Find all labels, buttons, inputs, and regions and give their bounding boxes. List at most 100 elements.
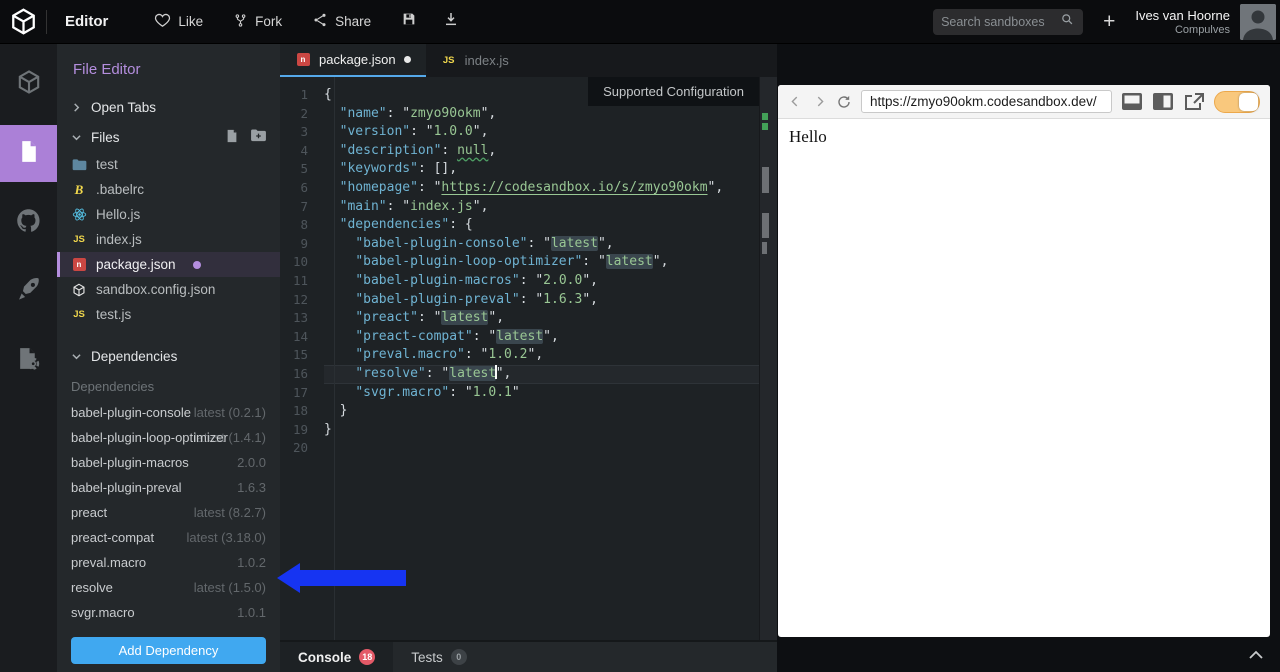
codesandbox-editor-app: Editor Like Fork Share + Ives van Hoorne… [0,0,1280,672]
line-number: 18 [280,402,324,421]
share-button[interactable]: Share [312,12,371,31]
dependency-row-resolve[interactable]: latest (1.5.0)resolve [57,575,280,600]
tests-tab[interactable]: Tests 0 [393,642,485,672]
dependencies-subheading: Dependencies [57,371,280,400]
chevron-up-icon[interactable] [1248,647,1264,665]
rail-item-project[interactable] [0,56,57,113]
dependency-row-babel-plugin-console[interactable]: latest (0.2.1)babel-plugin-console [57,400,280,425]
js-icon: JS [71,234,87,245]
code-line-2[interactable]: 2 "name": "zmyo90okm", [280,105,759,124]
section-dependencies[interactable]: Dependencies [57,341,280,371]
section-files[interactable]: Files [57,122,280,152]
page-title: Editor [65,13,108,30]
code-line-14[interactable]: 14 "preact-compat": "latest", [280,328,759,347]
babel-icon: B [71,182,87,198]
user-block[interactable]: Ives van Hoorne Compulves [1135,8,1230,36]
code-line-6[interactable]: 6 "homepage": "https://codesandbox.io/s/… [280,179,759,198]
ruler-mark-added [762,123,768,130]
new-sandbox-button[interactable]: + [1103,11,1115,32]
like-button[interactable]: Like [154,12,203,32]
tab-index-js[interactable]: JS index.js [426,44,524,77]
file-name: package.json [96,257,176,272]
dependency-row-babel-plugin-preval[interactable]: 1.6.3babel-plugin-preval [57,475,280,500]
rail-item-server-config[interactable] [0,332,57,389]
dependency-version: latest (0.2.1) [194,405,266,420]
dependency-row-preact[interactable]: latest (8.2.7)preact [57,500,280,525]
console-tab[interactable]: Console 18 [280,642,393,672]
download-button[interactable] [443,11,459,32]
code-line-9[interactable]: 9 "babel-plugin-console": "latest", [280,235,759,254]
code-line-5[interactable]: 5 "keywords": [], [280,160,759,179]
code-line-13[interactable]: 13 "preact": "latest", [280,309,759,328]
forward-button[interactable] [812,94,827,109]
github-icon [15,207,42,239]
external-resources-label[interactable]: External Resources [57,664,280,672]
dependency-row-preact-compat[interactable]: latest (3.18.0)preact-compat [57,525,280,550]
divider [46,10,47,34]
new-file-icon[interactable] [225,129,239,146]
save-button[interactable] [401,11,417,32]
dock-bottom-icon[interactable] [1121,92,1143,111]
code-line-7[interactable]: 7 "main": "index.js", [280,198,759,217]
sidebar-title: File Editor [57,44,280,92]
file-row-test-js[interactable]: JStest.js [57,302,280,327]
file-row-package-json[interactable]: npackage.json [57,252,280,277]
gutter-separator [334,77,335,640]
code-line-20[interactable]: 20 [280,439,759,458]
folder-icon [71,159,87,171]
code-line-16[interactable]: 16 "resolve": "latest", [280,365,759,384]
line-number: 3 [280,123,324,142]
code-line-8[interactable]: 8 "dependencies": { [280,216,759,235]
file-row-hello-js[interactable]: Hello.js [57,202,280,227]
code-line-3[interactable]: 3 "version": "1.0.0", [280,123,759,142]
search-icon [1060,12,1075,32]
line-number: 8 [280,216,324,235]
code-line-10[interactable]: 10 "babel-plugin-loop-optimizer": "lates… [280,253,759,272]
dependency-list: latest (0.2.1)babel-plugin-consolelatest… [57,400,280,625]
refresh-button[interactable] [836,94,852,110]
scrollbar-ruler[interactable] [759,77,777,640]
rail-item-github[interactable] [0,194,57,251]
supported-configuration-button[interactable]: Supported Configuration [588,77,759,106]
browser-preview: Hello [778,85,1270,637]
save-icon [401,11,417,32]
fork-button[interactable]: Fork [233,12,282,32]
code-line-4[interactable]: 4 "description": null, [280,142,759,161]
file-row-index-js[interactable]: JSindex.js [57,227,280,252]
search-input[interactable] [941,15,1060,29]
code-line-15[interactable]: 15 "preval.macro": "1.0.2", [280,346,759,365]
code-line-17[interactable]: 17 "svgr.macro": "1.0.1" [280,384,759,403]
new-folder-icon[interactable] [251,129,266,146]
line-number: 20 [280,439,324,458]
dependency-row-svgr-macro[interactable]: 1.0.1svgr.macro [57,600,280,625]
download-icon [443,11,459,32]
rail-item-file-editor[interactable] [0,125,57,182]
react-icon [71,207,87,222]
avatar[interactable] [1240,4,1276,40]
codesandbox-logo-icon[interactable] [0,7,46,36]
dependency-version: latest (1.5.0) [194,580,266,595]
dependency-row-babel-plugin-macros[interactable]: 2.0.0babel-plugin-macros [57,450,280,475]
code-line-19[interactable]: 19} [280,421,759,440]
add-dependency-button[interactable]: Add Dependency [71,637,266,664]
code-line-12[interactable]: 12 "babel-plugin-preval": "1.6.3", [280,291,759,310]
line-number: 14 [280,328,324,347]
back-button[interactable] [788,94,803,109]
open-external-icon[interactable] [1183,92,1205,111]
tab-package-json[interactable]: n package.json [280,44,426,77]
file-row-test[interactable]: test [57,152,280,177]
code-line-11[interactable]: 11 "babel-plugin-macros": "2.0.0", [280,272,759,291]
share-icon [312,12,328,31]
dependency-row-babel-plugin-loop-optimizer[interactable]: latest (1.4.1)babel-plugin-loop-optimize… [57,425,280,450]
file-row-sandbox-config-json[interactable]: sandbox.config.json [57,277,280,302]
split-view-icon[interactable] [1152,92,1174,111]
dependency-row-preval-macro[interactable]: 1.0.2preval.macro [57,550,280,575]
file-row-babelrc[interactable]: B.babelrc [57,177,280,202]
live-preview-toggle[interactable] [1214,91,1260,113]
rail-item-deployment[interactable] [0,263,57,320]
file-name: test.js [96,307,131,322]
code-line-18[interactable]: 18 } [280,402,759,421]
code-editor[interactable]: Supported Configuration 1{2 "name": "zmy… [280,77,759,640]
url-input[interactable] [861,90,1112,113]
section-open-tabs[interactable]: Open Tabs [57,92,280,122]
